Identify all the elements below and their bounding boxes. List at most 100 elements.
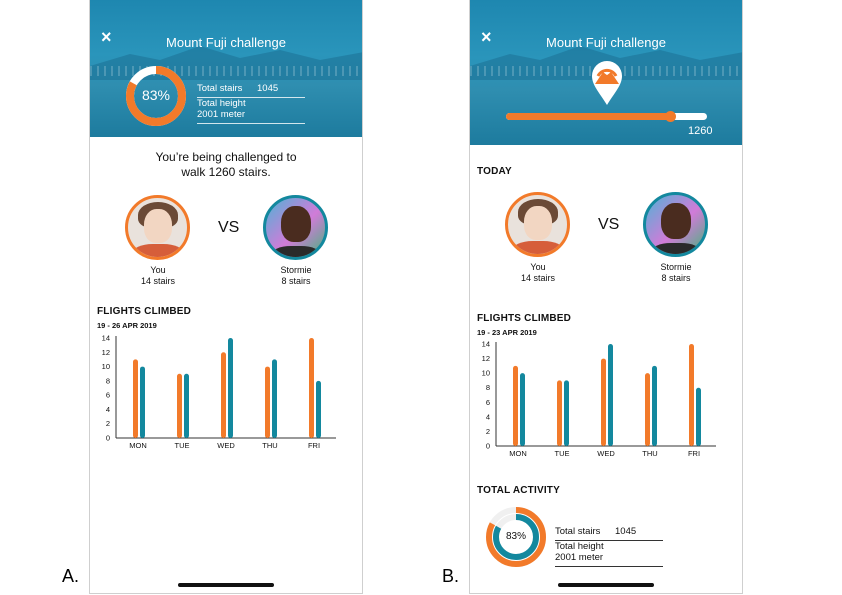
- screen-b: × Mount Fuji challenge 1260 TODAY VS You…: [469, 0, 743, 594]
- bar-tue-s1: [177, 373, 182, 438]
- bar-thu-s1: [645, 373, 650, 446]
- player-stairs: 14 stairs: [140, 276, 175, 286]
- challenge-title: Mount Fuji challenge: [546, 35, 666, 50]
- avatar-you: [505, 192, 570, 257]
- caption-b: B.: [442, 566, 460, 586]
- total-activity-title: TOTAL ACTIVITY: [477, 485, 560, 496]
- player-name: You: [150, 265, 166, 275]
- stat-total-height: Total height2001 meter: [555, 541, 663, 567]
- stat-total-height: Total height2001 meter: [197, 98, 305, 124]
- player-name: You: [530, 262, 546, 272]
- x-tick-label: MON: [129, 441, 147, 450]
- flights-chart: 0 2 4 6 8 10 12 14 MON TUE WED THU FRI: [102, 334, 336, 450]
- y-tick-label: 14: [482, 340, 490, 349]
- player-stormie: Stormie 8 stairs: [251, 265, 341, 287]
- progress-ring: 83%: [485, 506, 547, 568]
- avatar-stormie: [643, 192, 708, 257]
- stat-value: 2001 meter: [555, 552, 604, 563]
- vs-label: VS: [218, 219, 240, 236]
- stat-label: Total stairs: [555, 526, 601, 537]
- stat-value: 2001 meter: [197, 109, 246, 120]
- bar-thu-s2: [652, 365, 657, 446]
- progress-percent: 83%: [505, 531, 526, 542]
- x-tick-label: WED: [217, 441, 235, 450]
- flights-range: 19 - 23 APR 2019: [477, 328, 537, 337]
- mountain-pin-icon: [592, 61, 622, 105]
- bar-fri-s1: [309, 338, 314, 438]
- player-stairs: 14 stairs: [520, 273, 555, 283]
- stairs-slider-fill: [506, 113, 671, 120]
- stat-value: 1045: [257, 83, 279, 94]
- flights-chart: 0 2 4 6 8 10 12 14 MON TUE WED THU FRI: [482, 340, 716, 458]
- player-name: Stormie: [660, 262, 692, 272]
- flights-title: FLIGHTS CLIMBED: [97, 306, 192, 317]
- today-title: TODAY: [477, 166, 512, 177]
- stat-value: 1045: [615, 526, 637, 537]
- bar-mon-s1: [133, 359, 138, 438]
- caption-a: A.: [62, 566, 80, 586]
- bar-mon-s2: [520, 373, 525, 446]
- y-tick-label: 6: [106, 391, 110, 400]
- home-indicator[interactable]: [558, 583, 654, 587]
- player-stairs: 8 stairs: [661, 273, 691, 283]
- y-tick-label: 4: [106, 405, 110, 414]
- progress-percent: 83%: [141, 87, 171, 103]
- flights-range: 19 - 26 APR 2019: [97, 321, 157, 330]
- bar-wed-s2: [228, 338, 233, 438]
- y-tick-label: 14: [102, 334, 110, 343]
- x-tick-label: FRI: [688, 449, 700, 458]
- challenge-line-2: walk 1260 stairs.: [181, 165, 271, 179]
- y-tick-label: 8: [486, 383, 490, 392]
- screen-a: × Mount Fuji challenge 83% Total stairs 1…: [89, 0, 363, 594]
- bar-tue-s2: [184, 373, 189, 438]
- bar-thu-s2: [272, 359, 277, 438]
- x-tick-label: MON: [509, 449, 527, 458]
- slider-value: 1260: [688, 125, 713, 137]
- y-tick-label: 10: [482, 369, 490, 378]
- avatar-stormie: [263, 195, 328, 260]
- progress-ring: 83%: [125, 65, 187, 127]
- bar-wed-s1: [221, 352, 226, 438]
- bar-tue-s1: [557, 380, 562, 446]
- player-you: You 14 stairs: [493, 262, 583, 284]
- x-tick-label: WED: [597, 449, 615, 458]
- challenge-line-1: You’re being challenged to: [155, 150, 297, 164]
- avatar-you: [125, 195, 190, 260]
- stairs-slider-track[interactable]: [506, 111, 707, 122]
- y-tick-label: 4: [486, 412, 490, 421]
- x-tick-label: THU: [642, 449, 657, 458]
- bar-wed-s1: [601, 358, 606, 446]
- stairs-slider-handle[interactable]: [664, 111, 676, 122]
- vs-label: VS: [598, 216, 620, 233]
- x-tick-label: TUE: [175, 441, 190, 450]
- player-stormie: Stormie 8 stairs: [631, 262, 721, 284]
- player-name: Stormie: [280, 265, 312, 275]
- bar-fri-s2: [316, 380, 321, 438]
- challenge-message: You’re being challenged to walk 1260 sta…: [90, 150, 362, 180]
- player-stairs: 8 stairs: [281, 276, 311, 286]
- bar-wed-s2: [608, 344, 613, 446]
- y-tick-label: 6: [486, 398, 490, 407]
- bar-fri-s2: [696, 387, 701, 446]
- y-tick-label: 0: [106, 434, 110, 443]
- y-tick-label: 12: [102, 348, 110, 357]
- stat-total-stairs: Total stairs 1045: [555, 526, 663, 541]
- y-tick-label: 10: [102, 362, 110, 371]
- y-tick-label: 8: [106, 376, 110, 385]
- stat-total-stairs: Total stairs 1045: [197, 83, 305, 98]
- x-tick-label: TUE: [555, 449, 570, 458]
- bar-mon-s1: [513, 365, 518, 446]
- home-indicator[interactable]: [178, 583, 274, 587]
- flights-title: FLIGHTS CLIMBED: [477, 313, 572, 324]
- hero-banner: × Mount Fuji challenge 83% Total stairs 1…: [90, 0, 362, 137]
- bar-fri-s1: [689, 344, 694, 446]
- challenge-title: Mount Fuji challenge: [166, 35, 286, 50]
- bar-mon-s2: [140, 366, 145, 438]
- y-tick-label: 2: [486, 427, 490, 436]
- player-you: You 14 stairs: [113, 265, 203, 287]
- y-tick-label: 12: [482, 354, 490, 363]
- x-tick-label: THU: [262, 441, 277, 450]
- bar-tue-s2: [564, 380, 569, 446]
- hero-banner: × Mount Fuji challenge 1260: [470, 0, 742, 145]
- stat-label: Total height: [197, 98, 246, 109]
